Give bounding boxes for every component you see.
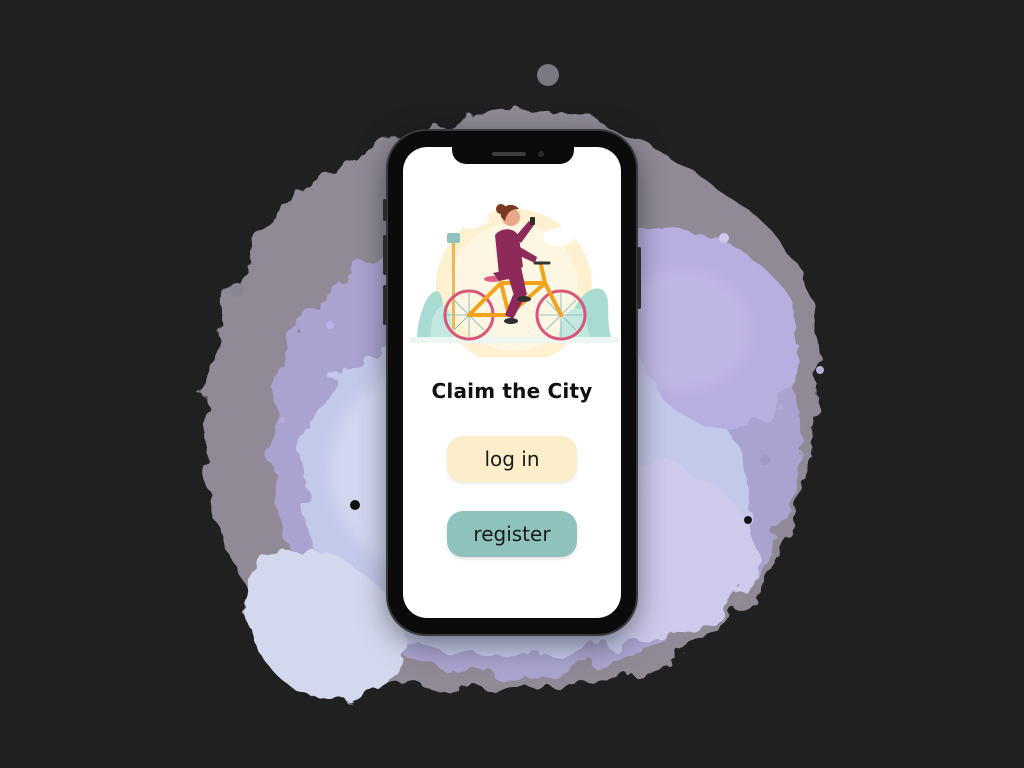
phone-power-button	[637, 247, 641, 309]
phone-mockup: Claim the City log in register	[383, 131, 641, 634]
app-title: Claim the City	[431, 379, 593, 403]
speaker-grille	[492, 152, 526, 156]
background: Claim the City log in register	[0, 0, 1024, 768]
phone-volume-down-button	[383, 285, 387, 325]
woman-riding-bicycle-icon	[409, 204, 619, 357]
front-camera	[538, 151, 544, 157]
phone-notch	[452, 147, 574, 164]
register-button[interactable]: register	[447, 511, 577, 557]
login-button[interactable]: log in	[447, 436, 577, 482]
phone-side-button	[383, 199, 387, 221]
app-screen: Claim the City log in register	[403, 147, 621, 618]
phone-volume-up-button	[383, 235, 387, 275]
